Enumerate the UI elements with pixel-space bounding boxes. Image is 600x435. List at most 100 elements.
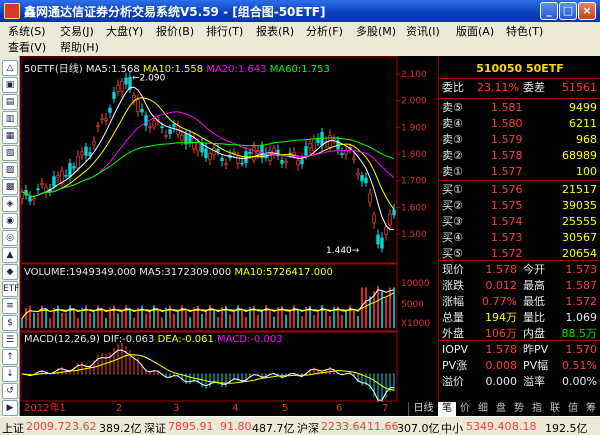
toolbar-button[interactable]: △ <box>2 60 18 76</box>
menu-report[interactable]: 报表(R) <box>256 24 294 40</box>
candle-body <box>84 146 88 156</box>
toolbar-button[interactable]: ▩ <box>2 179 18 195</box>
toolbar-button[interactable]: ◆ <box>2 264 18 280</box>
toolbar-button[interactable]: ≡ <box>2 298 18 314</box>
menu-view[interactable]: 查看(V) <box>8 40 46 56</box>
candle-body <box>384 226 388 235</box>
toolbar-button[interactable]: ▧ <box>2 145 18 161</box>
daily-period-tab[interactable]: 日线 <box>408 402 438 416</box>
date-tick: 5 <box>282 403 289 414</box>
sell-level-row[interactable]: 卖② 1.578 68989 <box>439 148 600 164</box>
toolbar-button[interactable]: ETF <box>2 281 19 297</box>
quote-tab[interactable]: 指 <box>528 402 546 416</box>
sell-level-row[interactable]: 卖③ 1.579 968 <box>439 132 600 148</box>
menu-trade[interactable]: 交易(J) <box>60 24 94 40</box>
candle-body <box>28 196 32 202</box>
volume-axis-label: 10000 <box>401 279 430 289</box>
menu-system[interactable]: 系统(S) <box>8 24 46 40</box>
sh-amount: 389.2亿 <box>99 422 142 435</box>
toolbar-button[interactable]: $ <box>2 315 18 331</box>
legend-vol-ma5: MA5:3172309.000 <box>139 267 232 278</box>
candle-body <box>388 213 392 226</box>
toolbar-button[interactable]: ▶ <box>2 400 18 416</box>
quote-tab[interactable]: 值 <box>564 402 582 416</box>
candle-body <box>140 108 144 113</box>
toolbar-button[interactable]: ▲ <box>2 247 18 263</box>
level-price: 1.577 <box>491 165 523 178</box>
buy-level-row[interactable]: 买② 1.575 39035 <box>439 198 600 214</box>
buy-level-row[interactable]: 买③ 1.574 25555 <box>439 214 600 230</box>
toolbar-button[interactable]: ↺ <box>2 383 18 399</box>
toolbar-button[interactable]: ▤ <box>2 94 18 110</box>
volume-axis-label: 5000 <box>401 300 424 310</box>
quote-tab[interactable]: 筹 <box>582 402 600 416</box>
sell-level-row[interactable]: 卖① 1.577 100 <box>439 164 600 180</box>
candle-body <box>36 188 40 191</box>
buy-level-row[interactable]: 买④ 1.573 30567 <box>439 230 600 246</box>
kline-chart-svg[interactable]: 2.100 2.000 1.900 1.800 1.700 1.600 1.500 ←2.09… <box>20 56 438 402</box>
candle-body <box>376 234 380 245</box>
level-price: 1.580 <box>491 117 523 130</box>
candle-body <box>68 162 72 177</box>
candle-body <box>344 150 348 155</box>
level-label: 买② <box>442 199 463 212</box>
level-volume: 68989 <box>562 149 597 162</box>
candle-body <box>64 174 68 177</box>
toolbar-button[interactable]: ◎ <box>2 230 18 246</box>
stat-label: PV涨 <box>442 359 468 372</box>
level-price: 1.578 <box>491 149 523 162</box>
level-label: 卖③ <box>442 133 463 146</box>
candle-body <box>332 138 336 141</box>
sell-level-row[interactable]: 卖④ 1.580 6211 <box>439 116 600 132</box>
toolbar-button[interactable]: ↓ <box>2 366 18 382</box>
menu-news[interactable]: 资讯(I) <box>406 24 440 40</box>
volume-legend: VOLUME:1949349.000 MA5:3172309.000 MA10:… <box>24 267 333 278</box>
menu-ranking[interactable]: 排行(T) <box>206 24 243 40</box>
candle-body <box>240 162 244 165</box>
toolbar-button[interactable]: ▥ <box>2 111 18 127</box>
stat-value: 194万 <box>485 311 517 324</box>
maximize-button[interactable]: □ <box>559 2 577 20</box>
candle-body <box>236 155 240 164</box>
legend-ma20: MA20:1.643 <box>206 64 267 75</box>
minimize-button[interactable]: _ <box>540 2 558 20</box>
legend-name: 50ETF(日线) <box>24 64 83 75</box>
menu-quote[interactable]: 报价(B) <box>156 24 194 40</box>
menu-layout[interactable]: 版面(A) <box>456 24 494 40</box>
sz-amount: 487.7亿 <box>252 422 295 435</box>
quote-tab[interactable]: 细 <box>474 402 492 416</box>
candle-body <box>392 209 396 216</box>
buy-level-row[interactable]: 买① 1.576 21517 <box>439 182 600 198</box>
zx-amount: 192.5亿 <box>545 422 588 435</box>
candle-body <box>372 214 376 224</box>
toolbar-button[interactable]: ▣ <box>2 77 18 93</box>
stat-label: 量比 <box>523 311 545 324</box>
level-volume: 968 <box>576 133 597 146</box>
stat-label: 最低 <box>523 295 545 308</box>
quote-tab[interactable]: 笔 <box>438 402 456 416</box>
close-button[interactable]: × <box>578 2 596 20</box>
candle-body <box>56 175 60 178</box>
candle-body <box>188 135 192 144</box>
quote-tab[interactable]: 价 <box>456 402 474 416</box>
menu-analysis[interactable]: 分析(F) <box>306 24 343 40</box>
toolbar-button[interactable]: ☰ <box>2 332 18 348</box>
level-label: 卖② <box>442 149 463 162</box>
menu-multi-stock[interactable]: 多股(M) <box>356 24 396 40</box>
menu-special[interactable]: 特色(T) <box>506 24 543 40</box>
menu-market[interactable]: 大盘(Y) <box>106 24 143 40</box>
toolbar-button[interactable]: ▨ <box>2 162 18 178</box>
level-price: 1.575 <box>491 199 523 212</box>
toolbar-button[interactable]: ▦ <box>2 128 18 144</box>
toolbar-button[interactable]: ◈ <box>2 196 18 212</box>
quote-tab[interactable]: 联 <box>546 402 564 416</box>
menu-help[interactable]: 帮助(H) <box>60 40 99 56</box>
toolbar-button[interactable]: ◉ <box>2 213 18 229</box>
quote-tab[interactable]: 势 <box>510 402 528 416</box>
legend-macd-value: MACD:-0.003 <box>217 334 283 345</box>
toolbar-button[interactable]: ↑ <box>2 349 18 365</box>
quote-tab[interactable]: 盘 <box>492 402 510 416</box>
sell-level-row[interactable]: 卖⑤ 1.581 9499 <box>439 100 600 116</box>
level-label: 卖① <box>442 165 463 178</box>
chart-area[interactable]: 2.100 2.000 1.900 1.800 1.700 1.600 1.500 ←2.09… <box>20 56 438 402</box>
